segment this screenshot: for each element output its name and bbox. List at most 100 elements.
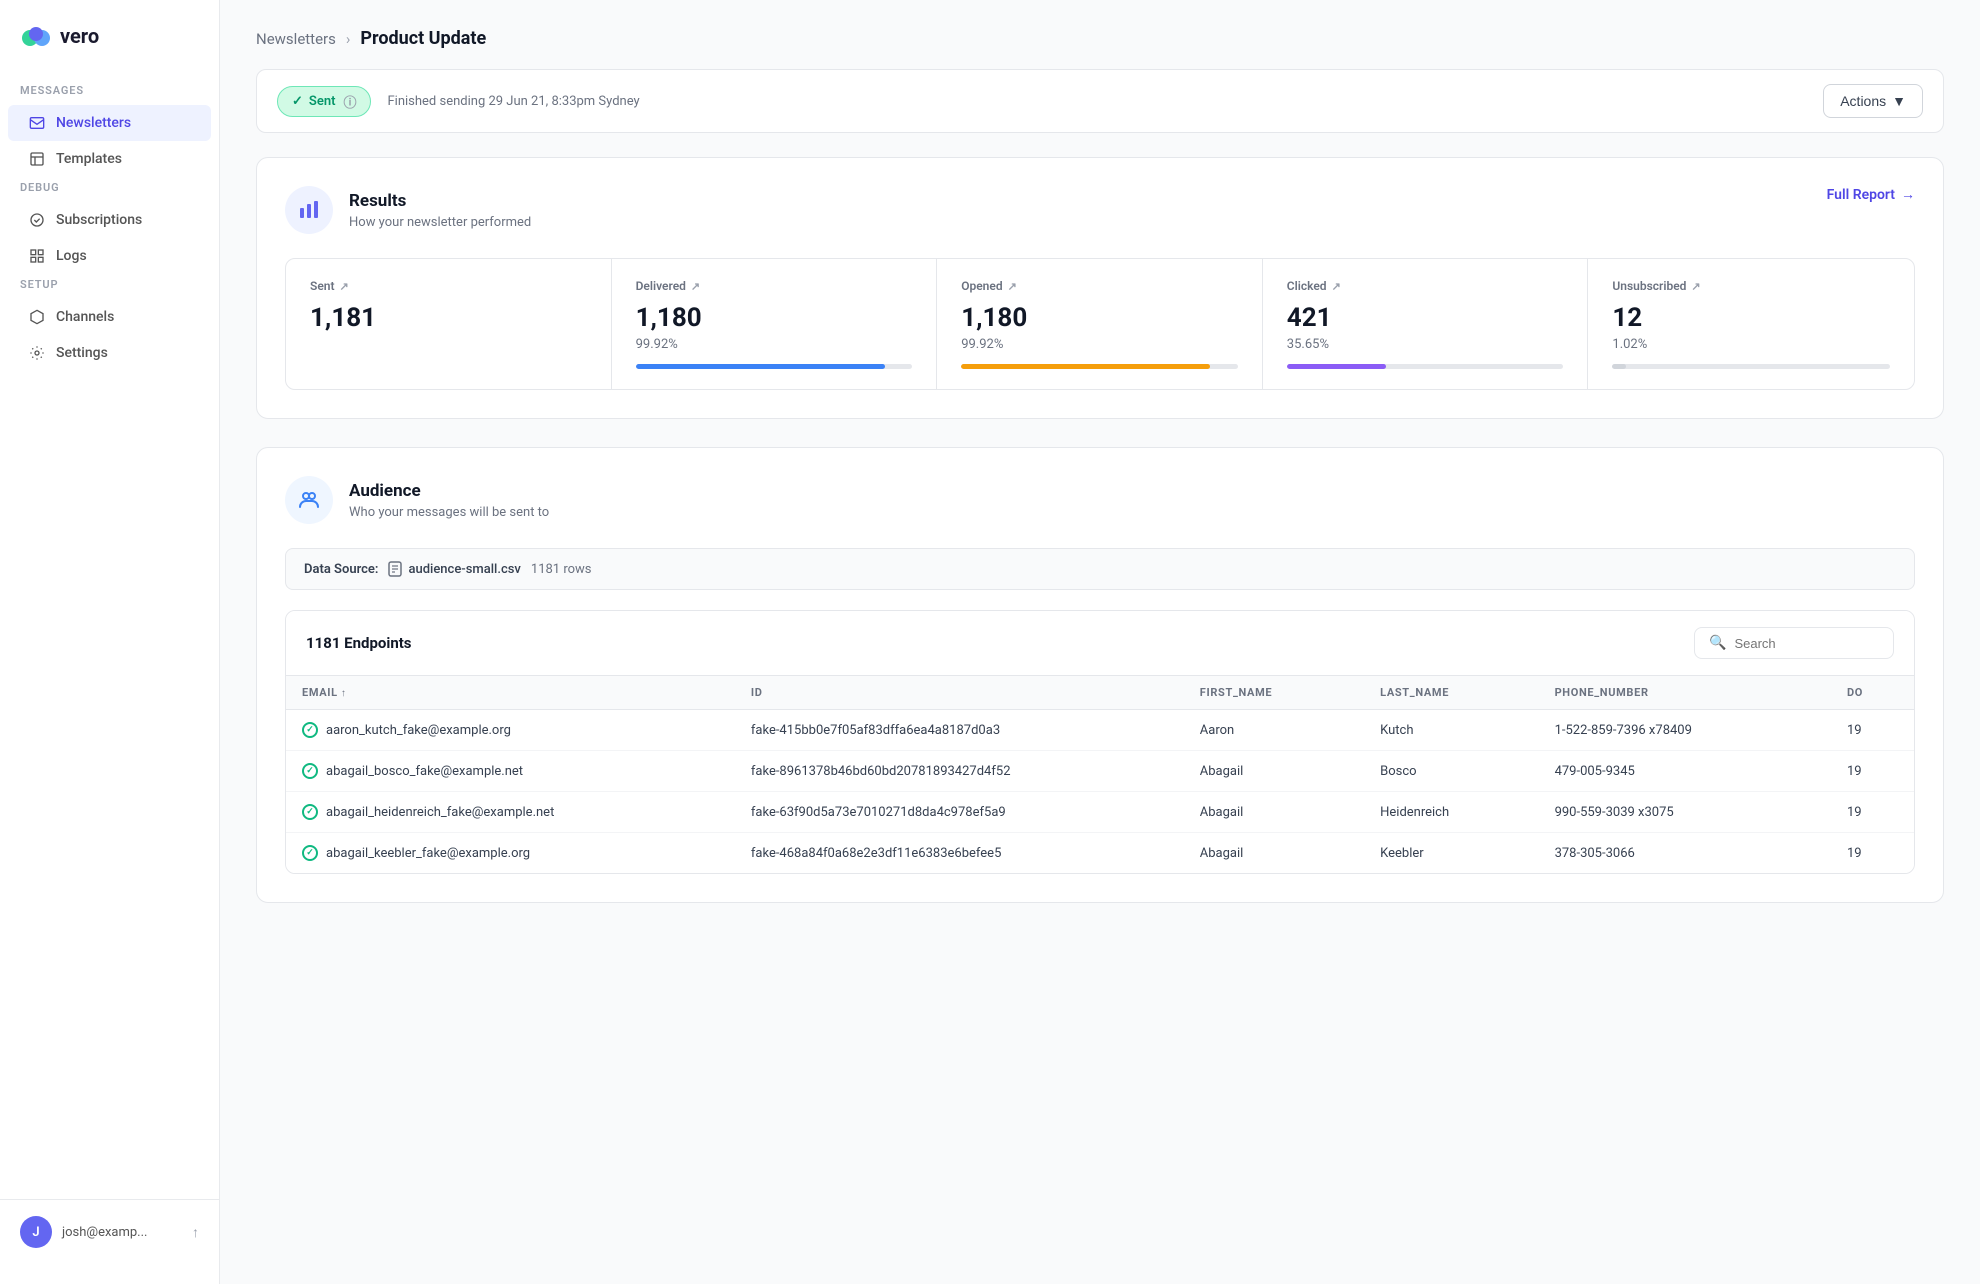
endpoints-table-container: 1181 Endpoints 🔍 EMAIL ↑IDFIRST_NAMELAST… xyxy=(285,610,1915,874)
cell-email: abagail_keebler_fake@example.org xyxy=(286,833,735,874)
stat-label: Opened ↗ xyxy=(961,279,1238,293)
audience-header: Audience Who your messages will be sent … xyxy=(285,476,1915,524)
cell-id: fake-415bb0e7f05af83dffa6ea4a8187d0a3 xyxy=(735,710,1184,751)
stat-bar-fill xyxy=(961,364,1210,369)
full-report-link[interactable]: Full Report → xyxy=(1827,186,1915,203)
vero-logo-icon xyxy=(20,20,52,52)
stat-label: Delivered ↗ xyxy=(636,279,913,293)
cell-first_name: Abagail xyxy=(1184,833,1364,874)
stat-cell-sent[interactable]: Sent ↗ 1,181 xyxy=(286,259,612,389)
cell-phone_number: 479-005-9345 xyxy=(1539,751,1831,792)
sidebar-section-label-debug: DEBUG xyxy=(0,181,219,194)
sidebar-item-label-templates: Templates xyxy=(56,151,122,167)
stat-bar-fill xyxy=(1287,364,1387,369)
stat-cell-unsubscribed[interactable]: Unsubscribed ↗ 12 1.02% xyxy=(1588,259,1914,389)
check-circle-icon xyxy=(302,722,318,738)
layout-icon xyxy=(28,150,46,168)
col-header-last_name[interactable]: LAST_NAME xyxy=(1364,676,1538,710)
user-name: josh@examp... xyxy=(62,1225,147,1240)
col-header-phone_number[interactable]: PHONE_NUMBER xyxy=(1539,676,1831,710)
cell-last_name: Heidenreich xyxy=(1364,792,1538,833)
avatar: J xyxy=(20,1216,52,1248)
sidebar-item-label-newsletters: Newsletters xyxy=(56,115,131,131)
table-body: aaron_kutch_fake@example.orgfake-415bb0e… xyxy=(286,710,1914,874)
table-row[interactable]: abagail_heidenreich_fake@example.netfake… xyxy=(286,792,1914,833)
col-header-id[interactable]: ID xyxy=(735,676,1184,710)
stat-value: 12 xyxy=(1612,303,1890,333)
cell-phone_number: 1-522-859-7396 x78409 xyxy=(1539,710,1831,751)
external-link-icon: ↗ xyxy=(691,280,700,293)
table-row[interactable]: abagail_keebler_fake@example.orgfake-468… xyxy=(286,833,1914,874)
data-source-file: audience-small.csv xyxy=(388,561,520,577)
search-wrapper[interactable]: 🔍 xyxy=(1694,627,1894,659)
cell-id: fake-468a84f0a68e2e3df11e6383e6befee5 xyxy=(735,833,1184,874)
sidebar-item-channels[interactable]: Channels xyxy=(8,299,211,335)
sidebar-item-label-logs: Logs xyxy=(56,248,87,264)
stat-label: Sent ↗ xyxy=(310,279,587,293)
user-menu[interactable]: J josh@examp... ↑ xyxy=(0,1199,219,1264)
stat-label: Clicked ↗ xyxy=(1287,279,1564,293)
stat-bar xyxy=(636,364,913,369)
results-header: Results How your newsletter performed Fu… xyxy=(285,186,1915,234)
bar-chart-icon xyxy=(297,198,321,222)
sidebar-item-subscriptions[interactable]: Subscriptions xyxy=(8,202,211,238)
stat-value: 1,180 xyxy=(636,303,913,333)
results-icon-wrapper xyxy=(285,186,333,234)
stat-cell-clicked[interactable]: Clicked ↗ 421 35.65% xyxy=(1263,259,1589,389)
chevron-down-icon: ▼ xyxy=(1892,93,1906,109)
stat-label: Unsubscribed ↗ xyxy=(1612,279,1890,293)
cell-email: abagail_bosco_fake@example.net xyxy=(286,751,735,792)
col-header-do[interactable]: DO xyxy=(1831,676,1914,710)
grid-icon xyxy=(28,247,46,265)
stat-bar xyxy=(1612,364,1890,369)
cell-do: 19 xyxy=(1831,792,1914,833)
audience-icon-wrapper xyxy=(285,476,333,524)
table-row[interactable]: abagail_bosco_fake@example.netfake-89613… xyxy=(286,751,1914,792)
stat-percent: 99.92% xyxy=(961,337,1238,352)
status-bar: ✓ Sent ⓘ Finished sending 29 Jun 21, 8:3… xyxy=(256,69,1944,133)
sidebar-item-label-subscriptions: Subscriptions xyxy=(56,212,142,228)
stat-cell-opened[interactable]: Opened ↗ 1,180 99.92% xyxy=(937,259,1263,389)
breadcrumb-current: Product Update xyxy=(360,28,486,49)
sidebar-item-settings[interactable]: Settings xyxy=(8,335,211,371)
sidebar-item-logs[interactable]: Logs xyxy=(8,238,211,274)
status-timestamp: Finished sending 29 Jun 21, 8:33pm Sydne… xyxy=(387,94,639,109)
mail-icon xyxy=(28,114,46,132)
main-content: Newsletters › Product Update ✓ Sent ⓘ Fi… xyxy=(220,0,1980,1284)
col-header-email[interactable]: EMAIL ↑ xyxy=(286,676,735,710)
cell-id: fake-8961378b46bd60bd20781893427d4f52 xyxy=(735,751,1184,792)
sidebar-item-newsletters[interactable]: Newsletters xyxy=(8,105,211,141)
breadcrumb: Newsletters › Product Update xyxy=(256,28,1944,49)
users-icon xyxy=(297,488,321,512)
sidebar-item-templates[interactable]: Templates xyxy=(8,141,211,177)
sidebar-section-label-messages: MESSAGES xyxy=(0,84,219,97)
breadcrumb-separator: › xyxy=(346,30,351,48)
endpoints-table: EMAIL ↑IDFIRST_NAMELAST_NAMEPHONE_NUMBER… xyxy=(286,676,1914,873)
cell-first_name: Abagail xyxy=(1184,792,1364,833)
data-source-bar: Data Source: audience-small.csv 1181 row… xyxy=(285,548,1915,590)
cell-last_name: Bosco xyxy=(1364,751,1538,792)
cell-first_name: Abagail xyxy=(1184,751,1364,792)
status-badge: ✓ Sent ⓘ xyxy=(277,86,371,117)
stat-value: 421 xyxy=(1287,303,1564,333)
data-source-label: Data Source: xyxy=(304,562,378,577)
breadcrumb-parent[interactable]: Newsletters xyxy=(256,30,336,48)
cell-email: aaron_kutch_fake@example.org xyxy=(286,710,735,751)
cell-email: abagail_heidenreich_fake@example.net xyxy=(286,792,735,833)
results-section: Results How your newsletter performed Fu… xyxy=(256,157,1944,419)
stat-value: 1,181 xyxy=(310,303,587,333)
hexagon-icon xyxy=(28,308,46,326)
col-header-first_name[interactable]: FIRST_NAME xyxy=(1184,676,1364,710)
actions-button[interactable]: Actions ▼ xyxy=(1823,84,1923,118)
data-source-rows: 1181 rows xyxy=(531,562,592,577)
stat-percent: 99.92% xyxy=(636,337,913,352)
results-subtitle: How your newsletter performed xyxy=(349,215,531,230)
sidebar: vero MESSAGES Newsletters Templates DEBUG Su… xyxy=(0,0,220,1284)
stat-cell-delivered[interactable]: Delivered ↗ 1,180 99.92% xyxy=(612,259,938,389)
stat-value: 1,180 xyxy=(961,303,1238,333)
app-name: vero xyxy=(60,24,99,48)
search-input[interactable] xyxy=(1734,636,1879,651)
info-icon[interactable]: ⓘ xyxy=(343,92,356,111)
table-row[interactable]: aaron_kutch_fake@example.orgfake-415bb0e… xyxy=(286,710,1914,751)
cell-phone_number: 378-305-3066 xyxy=(1539,833,1831,874)
